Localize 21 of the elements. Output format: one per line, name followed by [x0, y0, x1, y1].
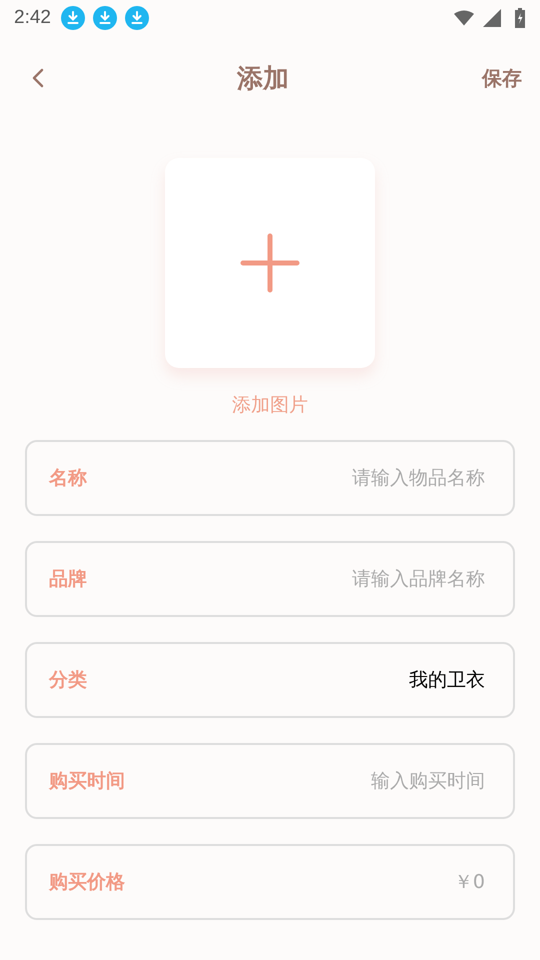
add-image-label: 添加图片 — [232, 393, 308, 418]
input-field[interactable]: 输入购买时间 — [137, 770, 485, 792]
plus-icon — [240, 233, 300, 293]
page-title: 添加 — [237, 62, 289, 96]
input-field[interactable]: 请输入物品名称 — [99, 467, 485, 489]
input-field[interactable]: 我的卫衣 — [99, 669, 485, 691]
status-time: 2:42 — [14, 7, 51, 29]
field-label: 名称 — [49, 466, 87, 491]
download-icon — [92, 6, 117, 30]
download-icon — [124, 6, 149, 30]
field-label: 购买价格 — [49, 870, 125, 895]
save-button[interactable]: 保存 — [478, 60, 526, 96]
battery-icon — [514, 8, 526, 28]
field-label: 品牌 — [49, 567, 87, 592]
input-field[interactable]: ￥0 — [137, 871, 485, 893]
input-field[interactable]: 请输入品牌名称 — [99, 568, 485, 590]
field-label: 购买时间 — [49, 769, 125, 794]
field-label: 分类 — [49, 668, 87, 693]
wifi-icon — [454, 9, 474, 27]
download-icon — [60, 6, 85, 30]
signal-icon — [482, 9, 502, 27]
